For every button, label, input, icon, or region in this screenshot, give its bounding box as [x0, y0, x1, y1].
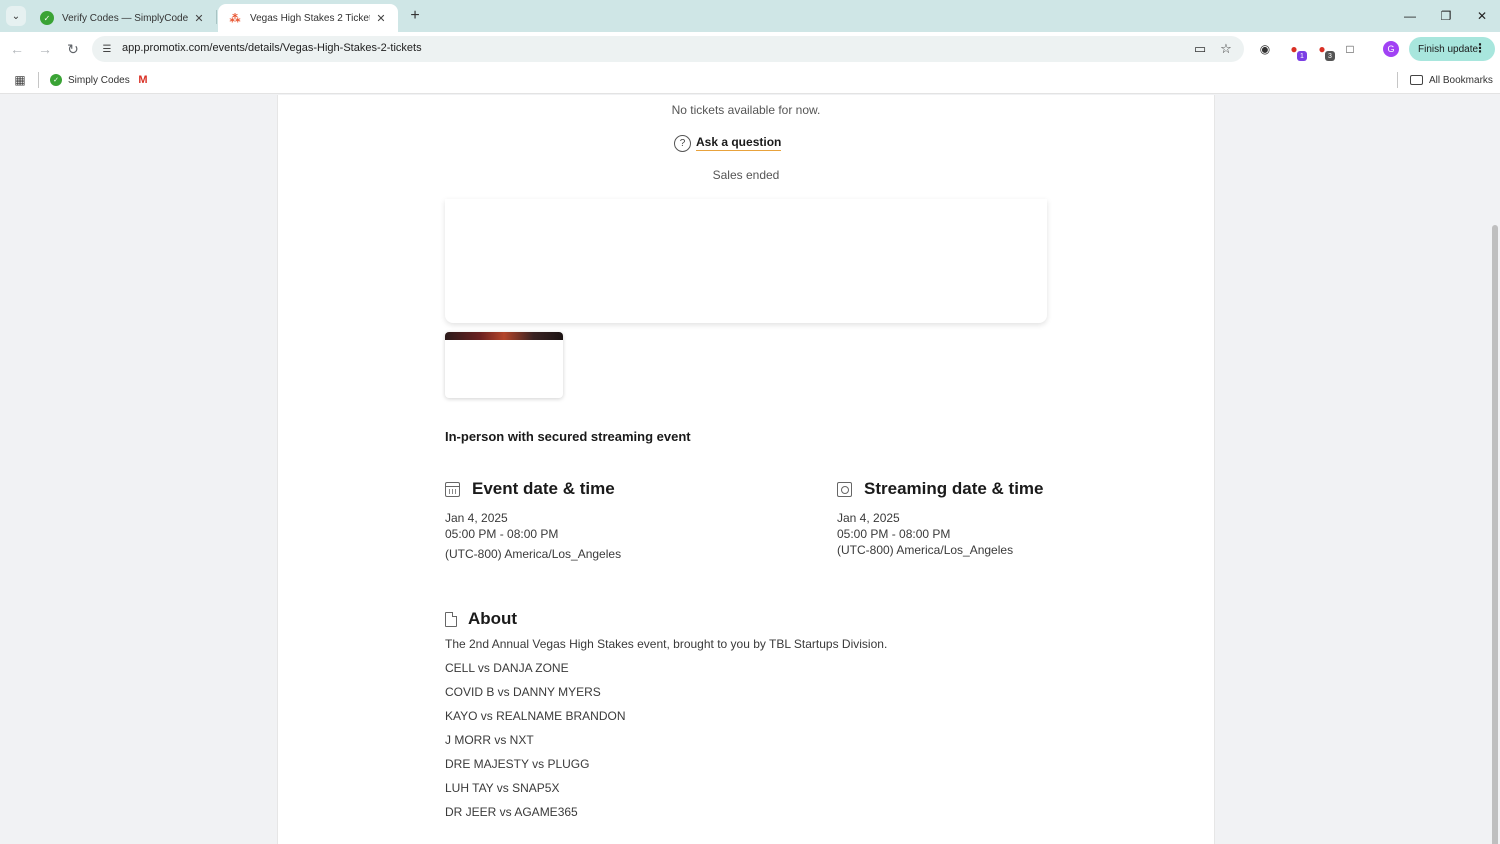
sales-status: Sales ended [712, 168, 780, 182]
about-description: The 2nd Annual Vegas High Stakes event, … [445, 637, 888, 651]
close-icon[interactable]: ✕ [192, 12, 206, 25]
bookmark-divider [1397, 72, 1398, 88]
calendar-icon [445, 481, 460, 497]
reload-button[interactable]: ↻ [63, 39, 83, 59]
bookmark-simply-codes[interactable]: ✓ Simply Codes [50, 72, 130, 88]
bookmark-label: Simply Codes [68, 74, 130, 86]
close-icon[interactable]: ✕ [374, 12, 388, 25]
site-info-icon[interactable]: ☰ [100, 42, 114, 56]
tab-vegas-high-stakes[interactable]: ⁂ Vegas High Stakes 2 Tickets, Sa ✕ [218, 4, 398, 32]
about-title: About [468, 609, 518, 628]
puzzle-icon[interactable]: □ [1341, 40, 1359, 58]
folder-icon [1410, 75, 1423, 85]
about-matchup: COVID B vs DANNY MYERS [445, 685, 601, 699]
avatar[interactable]: G [1383, 41, 1399, 57]
restore-button[interactable]: ❐ [1428, 4, 1464, 28]
document-icon [445, 611, 457, 627]
extension-icon[interactable]: ◉ [1256, 40, 1274, 58]
simplycodes-icon: ✓ [40, 11, 54, 25]
event-image [445, 332, 563, 340]
event-type-label: In-person with secured streaming event [445, 429, 691, 444]
about-matchup: J MORR vs NXT [445, 733, 534, 747]
finish-update-button[interactable]: Finish update ⋮ [1409, 37, 1495, 61]
simplycodes-icon: ✓ [50, 74, 62, 86]
apps-grid-icon[interactable]: ▦ [12, 72, 28, 88]
about-matchup: KAYO vs REALNAME BRANDON [445, 709, 626, 723]
url-text[interactable]: app.promotix.com/events/details/Vegas-Hi… [122, 42, 422, 54]
back-button[interactable]: ← [7, 39, 27, 59]
bookmark-star-icon[interactable]: ☆ [1218, 41, 1234, 57]
event-date-title: Event date & time [472, 479, 615, 498]
tab-title: Vegas High Stakes 2 Tickets, Sa [250, 12, 370, 24]
tab-search-button[interactable]: ⌄ [6, 6, 26, 26]
address-bar[interactable]: ☰ app.promotix.com/events/details/Vegas-… [92, 36, 1244, 62]
event-timezone-value: (UTC-800) America/Los_Angeles [445, 547, 622, 561]
new-tab-button[interactable]: + [405, 6, 425, 26]
bookmark-divider [38, 72, 39, 88]
streaming-icon [837, 481, 852, 497]
ask-question-link[interactable]: ? Ask a question [674, 133, 782, 153]
all-bookmarks-button[interactable]: All Bookmarks [1410, 72, 1493, 88]
tab-verify-codes[interactable]: ✓ Verify Codes — SimplyCodes ✕ [30, 4, 216, 32]
more-vert-icon: ⋮ [1474, 41, 1486, 55]
chevron-down-icon: ⌄ [11, 10, 21, 22]
all-bookmarks-label: All Bookmarks [1429, 74, 1493, 86]
finish-update-label: Finish update [1418, 43, 1479, 55]
forward-button[interactable]: → [35, 39, 55, 59]
event-date-value: Jan 4, 2025 [445, 511, 508, 525]
tab-bar: ⌄ ✓ Verify Codes — SimplyCodes ✕ ⁂ Vegas… [0, 0, 1500, 32]
page-scrollbar[interactable] [1490, 95, 1500, 844]
streaming-timezone-value: (UTC-800) America/Los_Angeles [837, 543, 1014, 557]
event-image-thumbnail[interactable] [445, 332, 563, 398]
extension-badge: 1 [1297, 51, 1307, 61]
streaming-date-title: Streaming date & time [864, 479, 1044, 498]
extension-badge: 3 [1325, 51, 1335, 61]
event-date-heading: Event date & time [445, 478, 615, 500]
scrollbar-thumb[interactable] [1492, 225, 1498, 844]
extension-badge-icon[interactable]: ● 1 [1285, 40, 1307, 61]
streaming-date-heading: Streaming date & time [837, 478, 1044, 500]
about-heading: About [445, 608, 517, 630]
promotix-icon: ⁂ [229, 12, 241, 25]
close-window-button[interactable]: ✕ [1464, 4, 1500, 28]
no-tickets-message: No tickets available for now. [671, 103, 821, 117]
about-matchup: CELL vs DANJA ZONE [445, 661, 569, 675]
simplycodes-extension-icon[interactable]: ● 3 [1313, 40, 1335, 61]
event-time-value: 05:00 PM - 08:00 PM [445, 527, 559, 541]
about-matchup: LUH TAY vs SNAP5X [445, 781, 560, 795]
bookmarks-bar: ▦ ✓ Simply Codes M All Bookmarks [0, 66, 1500, 94]
streaming-time-value: 05:00 PM - 08:00 PM [837, 527, 951, 541]
streaming-date-value: Jan 4, 2025 [837, 511, 900, 525]
page-viewport: No tickets available for now. ? Ask a qu… [0, 95, 1500, 844]
install-app-icon[interactable]: ▭ [1192, 41, 1208, 57]
ask-question-label: Ask a question [696, 135, 782, 151]
browser-toolbar: ← → ↻ ☰ app.promotix.com/events/details/… [0, 32, 1500, 66]
about-matchup: DRE MAJESTY vs PLUGG [445, 757, 590, 771]
event-media-card [445, 199, 1047, 323]
question-icon: ? [674, 134, 691, 152]
gmail-icon[interactable]: M [135, 72, 151, 88]
about-matchup: DR JEER vs AGAME365 [445, 805, 578, 819]
tab-divider [216, 10, 217, 24]
tab-title: Verify Codes — SimplyCodes [62, 12, 188, 24]
minimize-button[interactable]: — [1392, 4, 1428, 28]
